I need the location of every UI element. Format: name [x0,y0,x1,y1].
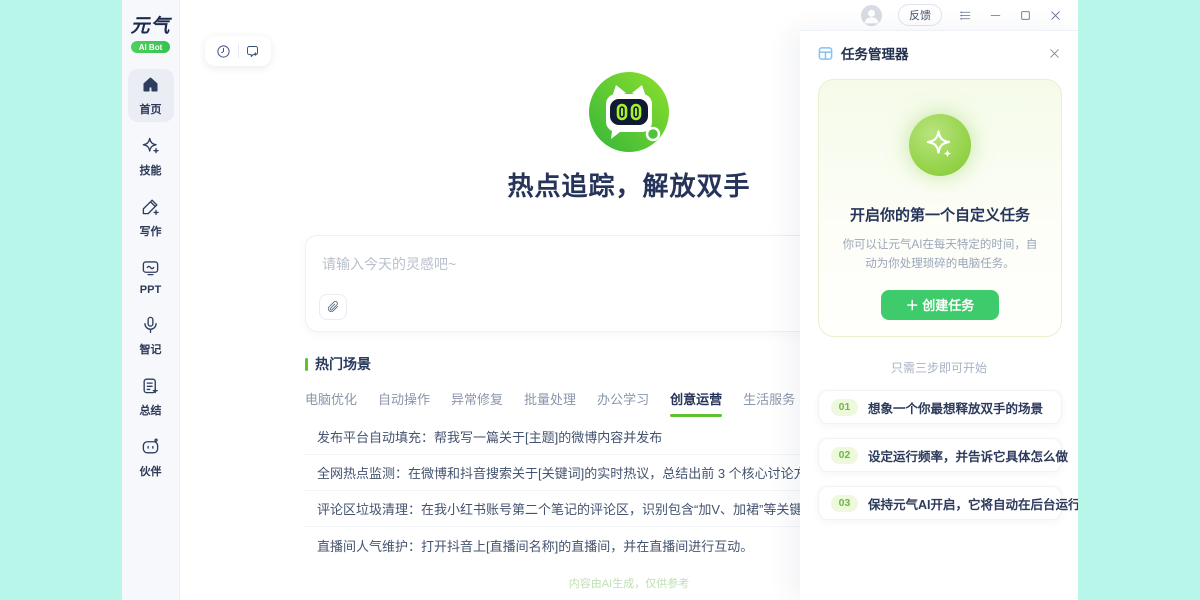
task-manager-icon [818,46,833,61]
sidebar-item-ppt[interactable]: PPT [128,252,174,301]
app-window: 元气 AI Bot 首页 技能 写作 PPT 智记 [122,0,1078,600]
writing-icon [141,197,160,221]
maximize-icon[interactable] [1018,8,1032,22]
menu-icon[interactable] [958,8,972,22]
steps-hint: 只需三步即可开始 [800,359,1078,376]
step-text: 设定运行频率，并告诉它具体怎么做 [868,446,1068,465]
step-number: 02 [831,447,858,464]
tab-error-fix[interactable]: 异常修复 [451,389,503,417]
tab-office-study[interactable]: 办公学习 [597,389,649,417]
sidebar-item-home[interactable]: 首页 [128,69,174,122]
sparkle-icon [922,127,958,163]
sidebar-item-buddy[interactable]: 伙伴 [128,431,174,484]
ppt-icon [141,258,160,282]
sidebar-item-skills[interactable]: 技能 [128,130,174,183]
task-card-title: 开启你的第一个自定义任务 [850,204,1030,225]
create-task-button[interactable]: ＋ 创建任务 [881,290,999,320]
close-icon[interactable] [1048,8,1062,22]
first-task-card: 开启你的第一个自定义任务 你可以让元气AI在每天特定的时间，自动为你处理琐碎的电… [818,79,1062,337]
sidebar-item-writing[interactable]: 写作 [128,191,174,244]
panel-close-icon[interactable] [1046,45,1062,61]
logo-text: 元气 [130,11,170,38]
task-manager-panel: 任务管理器 开启你的第一个自定义任务 你可以让元气AI在每天特定的时间，自动为你… [800,30,1078,600]
summary-icon [141,376,160,400]
steps-list: 01 想象一个你最想释放双手的场景 02 设定运行频率，并告诉它具体怎么做 03… [818,390,1062,520]
sidebar-item-label: 首页 [140,101,162,117]
sparkle-badge [909,114,971,176]
sidebar-item-summary[interactable]: 总结 [128,370,174,423]
tab-pc-optimize[interactable]: 电脑优化 [305,389,357,417]
sidebar-nav: 首页 技能 写作 PPT 智记 总结 [128,69,174,484]
tab-batch[interactable]: 批量处理 [524,389,576,417]
sidebar-item-label: 写作 [140,223,162,239]
logo-badge: AI Bot [131,41,171,53]
sidebar-item-label: 伙伴 [140,463,162,479]
task-panel-header: 任务管理器 [800,31,1078,75]
task-panel-title: 任务管理器 [841,43,1046,63]
mic-icon [141,315,160,339]
sidebar-item-label: 智记 [140,341,162,357]
step-text: 想象一个你最想释放双手的场景 [868,398,1043,417]
step-item-3[interactable]: 03 保持元气AI开启，它将自动在后台运行 [818,486,1062,520]
tab-auto-ops[interactable]: 自动操作 [378,389,430,417]
sidebar-item-label: PPT [140,284,161,296]
task-card-description: 你可以让元气AI在每天特定的时间，自动为你处理琐碎的电脑任务。 [819,236,1061,274]
skills-icon [141,136,160,160]
step-text: 保持元气AI开启，它将自动在后台运行 [868,494,1078,513]
sidebar-item-label: 总结 [140,402,162,418]
buddy-icon [141,437,160,461]
avatar[interactable] [861,5,882,26]
step-number: 03 [831,495,858,512]
home-icon [141,75,160,99]
sidebar-item-notes[interactable]: 智记 [128,309,174,362]
quick-actions-pill [205,36,271,66]
feedback-button[interactable]: 反馈 [898,4,942,26]
new-chat-icon[interactable] [239,40,267,62]
mascot-logo [587,70,671,154]
tab-life-service[interactable]: 生活服务 [743,389,795,417]
section-accent-bar [305,358,308,371]
minimize-icon[interactable] [988,8,1002,22]
step-item-1[interactable]: 01 想象一个你最想释放双手的场景 [818,390,1062,424]
step-number: 01 [831,399,858,416]
sidebar: 元气 AI Bot 首页 技能 写作 PPT 智记 [122,0,180,600]
app-logo: 元气 AI Bot [130,11,170,53]
section-title: 热门场景 [315,354,371,374]
titlebar: 反馈 [180,0,1078,30]
history-icon[interactable] [210,40,238,62]
tab-creative-ops[interactable]: 创意运营 [670,389,722,417]
step-item-2[interactable]: 02 设定运行频率，并告诉它具体怎么做 [818,438,1062,472]
sidebar-item-label: 技能 [140,162,162,178]
attach-button[interactable] [319,294,347,320]
attach-icon [326,300,340,314]
